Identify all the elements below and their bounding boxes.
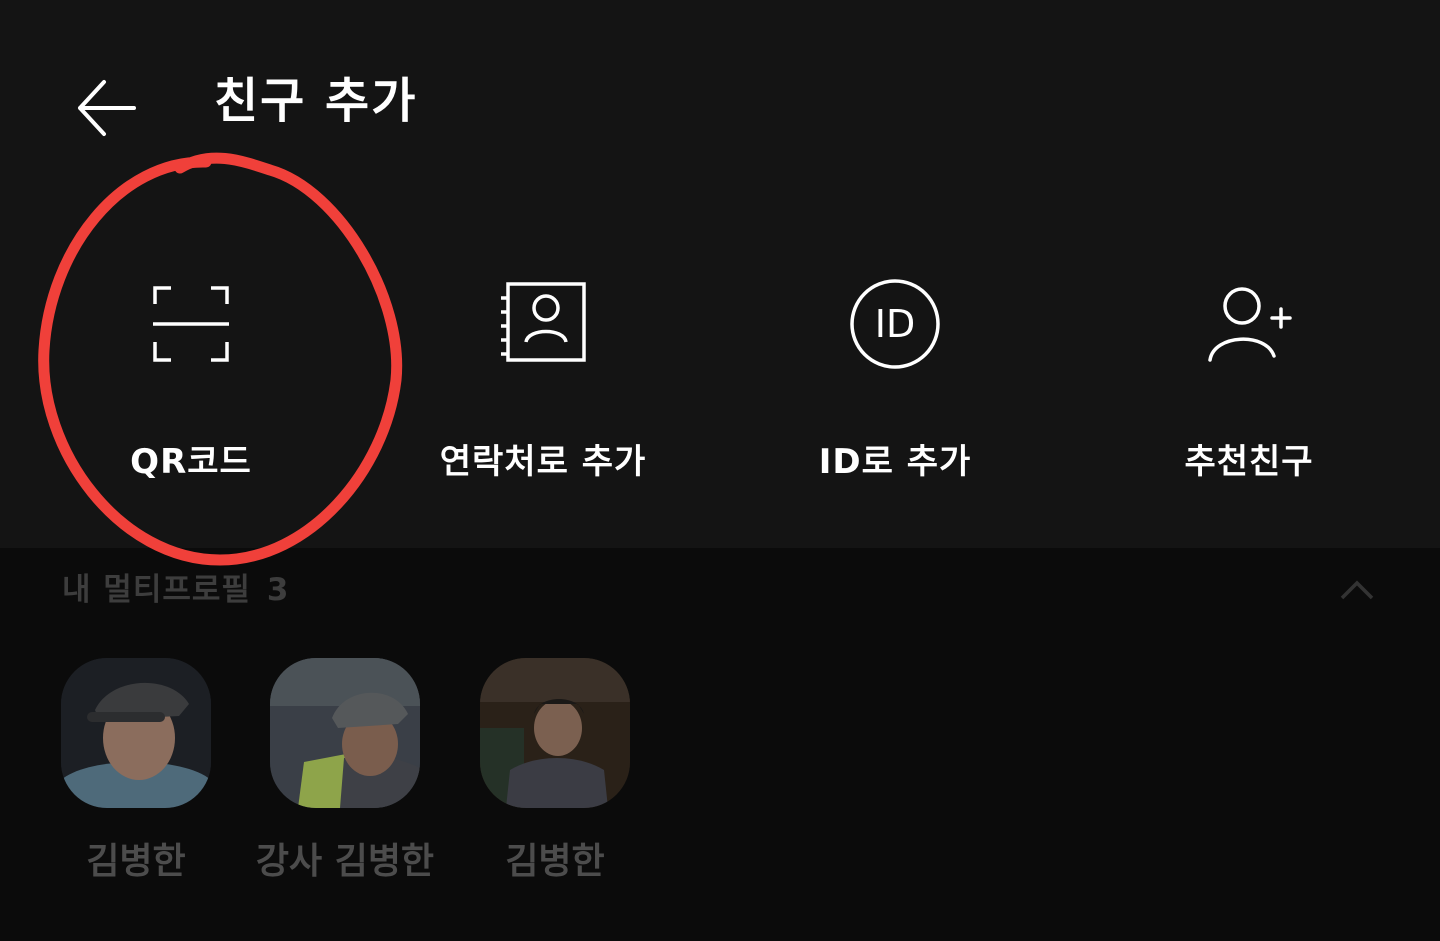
arrow-left-icon [78,80,136,136]
avatar [480,658,630,808]
action-label: 연락처로 추가 [439,442,647,482]
action-label: QR코드 [130,442,252,482]
avatar [61,658,211,808]
multi-profile-section: 내 멀티프로필 3 김병한 강사 김병한 김병한 [0,548,1440,941]
profile-count: 3 [266,572,290,608]
profile-name: 김병한 [86,841,186,882]
section-title-text: 내 멀티프로필 [62,572,251,608]
back-button[interactable] [66,68,144,146]
action-label: 추천친구 [1184,442,1314,482]
contact-book-icon [501,282,586,362]
profile-item[interactable]: 김병한 [450,658,660,884]
svg-text:ID: ID [875,302,915,346]
id-circle-icon: ID [850,279,940,369]
chevron-up-icon [1340,580,1374,600]
profile-name: 김병한 [505,841,605,882]
avatar [270,658,420,808]
section-title: 내 멀티프로필 3 [62,564,290,609]
profile-item[interactable]: 강사 김병한 [240,658,450,884]
action-label: ID로 추가 [818,442,972,482]
recommended-friends-button[interactable]: 추천친구 [1084,250,1414,490]
person-add-icon [1208,287,1292,362]
add-by-id-button[interactable]: ID ID로 추가 [730,250,1060,490]
profile-name: 강사 김병한 [255,841,435,882]
header-panel: 친구 추가 QR코드 연락처로 추가 ID ID로 추가 추천친구 [0,0,1440,548]
qr-scan-icon [153,286,229,362]
add-friend-options: QR코드 연락처로 추가 ID ID로 추가 추천친구 [0,250,1440,510]
add-by-contacts-button[interactable]: 연락처로 추가 [378,250,708,490]
collapse-button[interactable] [1334,570,1380,610]
qr-code-button[interactable]: QR코드 [26,250,356,490]
profile-item[interactable]: 김병한 [31,658,241,884]
page-title: 친구 추가 [214,73,418,129]
